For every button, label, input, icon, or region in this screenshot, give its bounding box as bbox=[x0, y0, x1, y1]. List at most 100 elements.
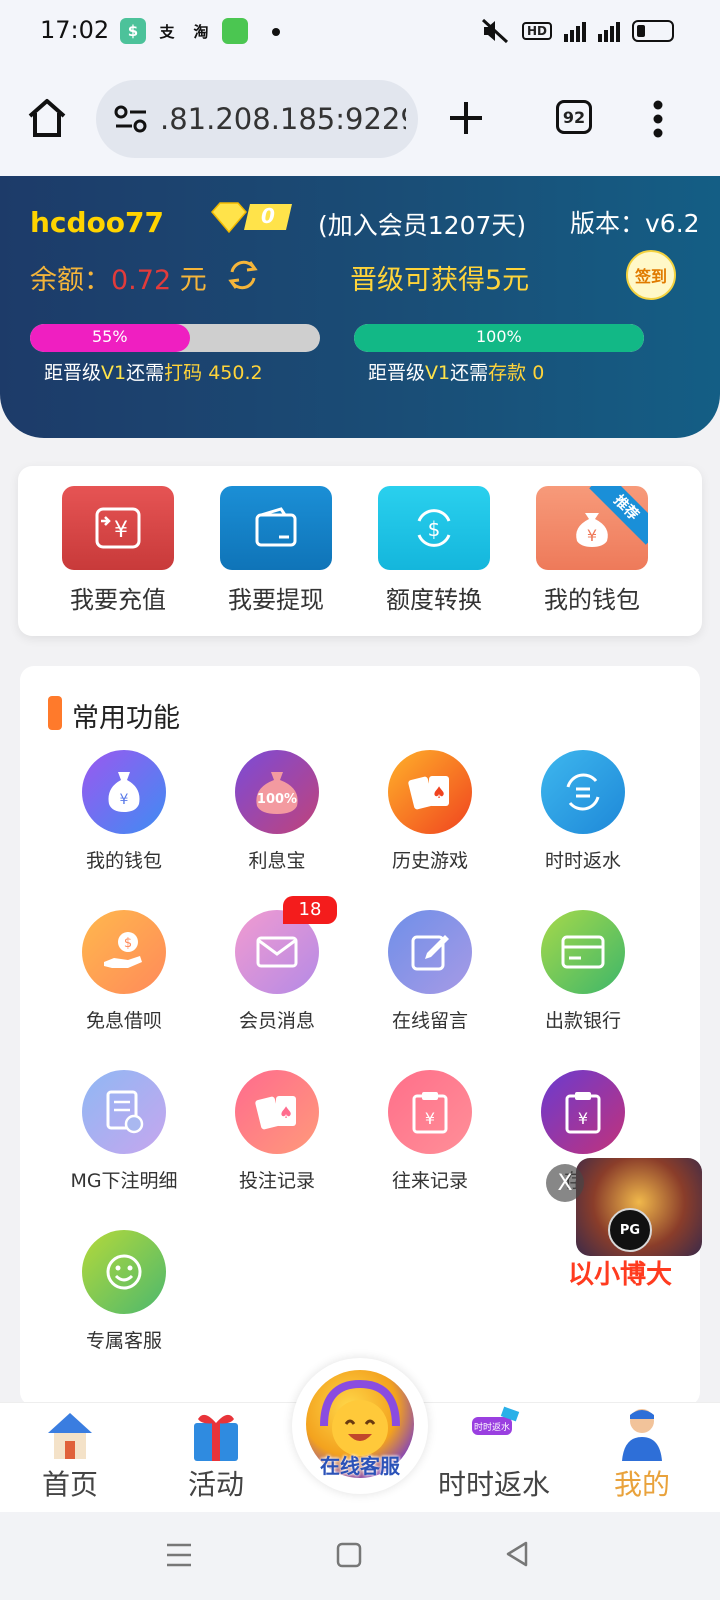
svg-text:¥: ¥ bbox=[120, 792, 129, 808]
rebate-cycle-icon bbox=[541, 750, 625, 834]
rebate-tag-icon: 时时返水 bbox=[462, 1405, 526, 1463]
fn-messages-label: 会员消息 bbox=[238, 1010, 315, 1032]
pg-promo-float[interactable]: PG X 以小博大 bbox=[546, 1158, 706, 1294]
nav-activity-label: 活动 bbox=[187, 1468, 244, 1501]
svg-text:¥: ¥ bbox=[425, 1109, 435, 1128]
fn-interest[interactable]: 100% 利息宝 bbox=[207, 750, 347, 873]
browser-toolbar: .81.208.185:9229 92 bbox=[0, 64, 720, 176]
withdraw-icon bbox=[220, 486, 332, 570]
fn-exclusive-support[interactable]: 专属客服 bbox=[54, 1230, 194, 1353]
deposit-progress-percent: 100% bbox=[476, 327, 522, 346]
fn-interest-label: 利息宝 bbox=[248, 850, 306, 872]
svg-text:♠: ♠ bbox=[432, 783, 446, 802]
dep-req-item: 存款 bbox=[488, 362, 527, 384]
loan-hand-icon: $ bbox=[82, 910, 166, 994]
nav-home[interactable]: 首页 bbox=[0, 1405, 140, 1503]
upgrade-reward: 晋级可获得5元 bbox=[350, 265, 530, 296]
fn-payout-bank-label: 出款银行 bbox=[544, 1010, 621, 1032]
hd-icon: HD bbox=[521, 22, 552, 40]
balance-amount: 0.72 bbox=[111, 265, 172, 296]
bet-req-prefix: 距晋级 bbox=[44, 362, 102, 384]
alipay-icon: 支 bbox=[159, 22, 175, 41]
url-text[interactable]: .81.208.185:9229 bbox=[160, 102, 406, 136]
back-triangle-icon[interactable] bbox=[504, 1540, 530, 1568]
nav-activity[interactable]: 活动 bbox=[146, 1405, 286, 1503]
unread-badge: 18 bbox=[283, 896, 337, 924]
signal-2-icon bbox=[598, 20, 620, 42]
promo-close-button[interactable]: X bbox=[546, 1164, 584, 1202]
wallet-icon: ¥ 推荐 bbox=[536, 486, 648, 570]
transfer-button[interactable]: $ 额度转换 bbox=[378, 486, 490, 615]
nav-rebate[interactable]: 时时返水 时时返水 bbox=[424, 1405, 564, 1503]
home-icon[interactable] bbox=[26, 98, 68, 138]
bet-progress-bar: 55% bbox=[30, 324, 320, 352]
messages-icon bbox=[222, 18, 248, 44]
bet-req-mid: 还需 bbox=[126, 362, 165, 384]
recent-apps-icon[interactable] bbox=[166, 1542, 192, 1568]
vip-badge: 0 bbox=[210, 200, 294, 234]
user-avatar-icon bbox=[610, 1405, 674, 1463]
cards-icon: ♠ bbox=[388, 750, 472, 834]
fn-payout-bank[interactable]: 出款银行 bbox=[513, 910, 653, 1033]
more-menu-icon[interactable] bbox=[652, 100, 664, 138]
address-bar[interactable]: .81.208.185:9229 bbox=[96, 80, 418, 158]
withdraw-button[interactable]: 我要提现 bbox=[220, 486, 332, 615]
fn-bet-records[interactable]: ♠ 投注记录 bbox=[207, 1070, 347, 1193]
fn-loan-label: 免息借呗 bbox=[85, 1010, 162, 1032]
svg-text:$: $ bbox=[428, 517, 441, 541]
dep-req-value: 0 bbox=[532, 362, 545, 384]
smiley-support-icon bbox=[82, 1230, 166, 1314]
site-settings-icon[interactable] bbox=[114, 104, 148, 134]
bet-progress-percent: 55% bbox=[92, 327, 128, 346]
my-wallet-label: 我的钱包 bbox=[544, 586, 640, 614]
fn-exclusive-support-label: 专属客服 bbox=[85, 1330, 162, 1352]
gift-icon bbox=[184, 1405, 248, 1463]
fn-mg-bet-detail-label: MG下注明细 bbox=[70, 1170, 178, 1192]
notification-dot-icon bbox=[272, 28, 280, 36]
transfer-icon: $ bbox=[378, 486, 490, 570]
bet-req-value: 450.2 bbox=[208, 362, 263, 384]
poker-cards-icon: ♠ bbox=[235, 1070, 319, 1154]
vip-diamond-icon bbox=[211, 202, 292, 234]
fn-member-messages[interactable]: 18 会员消息 bbox=[207, 896, 347, 1033]
pg-logo: PG bbox=[608, 1208, 652, 1252]
status-indicators: HD bbox=[480, 17, 674, 45]
bet-req-level: V1 bbox=[101, 362, 127, 384]
signin-button[interactable]: 签到 bbox=[626, 250, 676, 300]
edit-note-icon bbox=[388, 910, 472, 994]
online-support-button[interactable]: 在线客服 bbox=[292, 1358, 428, 1494]
taobao-icon: 淘 bbox=[193, 22, 209, 41]
dep-req-prefix: 距晋级 bbox=[368, 362, 426, 384]
fn-my-wallet[interactable]: ¥ 我的钱包 bbox=[54, 750, 194, 873]
refresh-icon[interactable] bbox=[226, 258, 260, 292]
bet-detail-icon bbox=[82, 1070, 166, 1154]
vip-level: 0 bbox=[261, 204, 275, 228]
dep-req-mid: 还需 bbox=[450, 362, 489, 384]
tab-switcher-button[interactable]: 92 bbox=[556, 100, 592, 134]
svg-text:¥: ¥ bbox=[587, 526, 597, 545]
fn-transaction-records[interactable]: ¥ 往来记录 bbox=[360, 1070, 500, 1193]
status-time: 17:02 bbox=[40, 16, 110, 44]
fn-online-message[interactable]: 在线留言 bbox=[360, 910, 500, 1033]
dep-req-level: V1 bbox=[425, 362, 451, 384]
status-bar: 17:02 $ 支 淘 HD bbox=[0, 0, 720, 64]
my-wallet-button[interactable]: ¥ 推荐 我的钱包 bbox=[536, 486, 648, 615]
bank-card-icon bbox=[541, 910, 625, 994]
fn-rebate[interactable]: 时时返水 bbox=[513, 750, 653, 873]
recharge-button[interactable]: ¥ 我要充值 bbox=[62, 486, 174, 615]
nav-mine[interactable]: 我的 bbox=[572, 1405, 712, 1503]
nav-mine-label: 我的 bbox=[613, 1468, 670, 1501]
account-banner: hcdoo77 0 (加入会员1207天) 版本：v6.2 余额：0.72 元 … bbox=[0, 176, 720, 438]
fn-history-games[interactable]: ♠ 历史游戏 bbox=[360, 750, 500, 873]
withdraw-label: 我要提现 bbox=[228, 586, 324, 614]
username: hcdoo77 bbox=[30, 206, 165, 239]
fn-mg-bet-detail[interactable]: MG下注明细 bbox=[54, 1070, 194, 1193]
home-square-icon[interactable] bbox=[336, 1542, 362, 1568]
nav-rebate-label: 时时返水 bbox=[437, 1468, 550, 1501]
new-tab-icon[interactable] bbox=[448, 100, 484, 136]
signal-1-icon bbox=[564, 20, 586, 42]
deposit-progress-bar: 100% bbox=[354, 324, 644, 352]
svg-text:时时返水: 时时返水 bbox=[474, 1421, 510, 1433]
fn-interest-free-loan[interactable]: $ 免息借呗 bbox=[54, 910, 194, 1033]
money-bag-icon: ¥ bbox=[82, 750, 166, 834]
